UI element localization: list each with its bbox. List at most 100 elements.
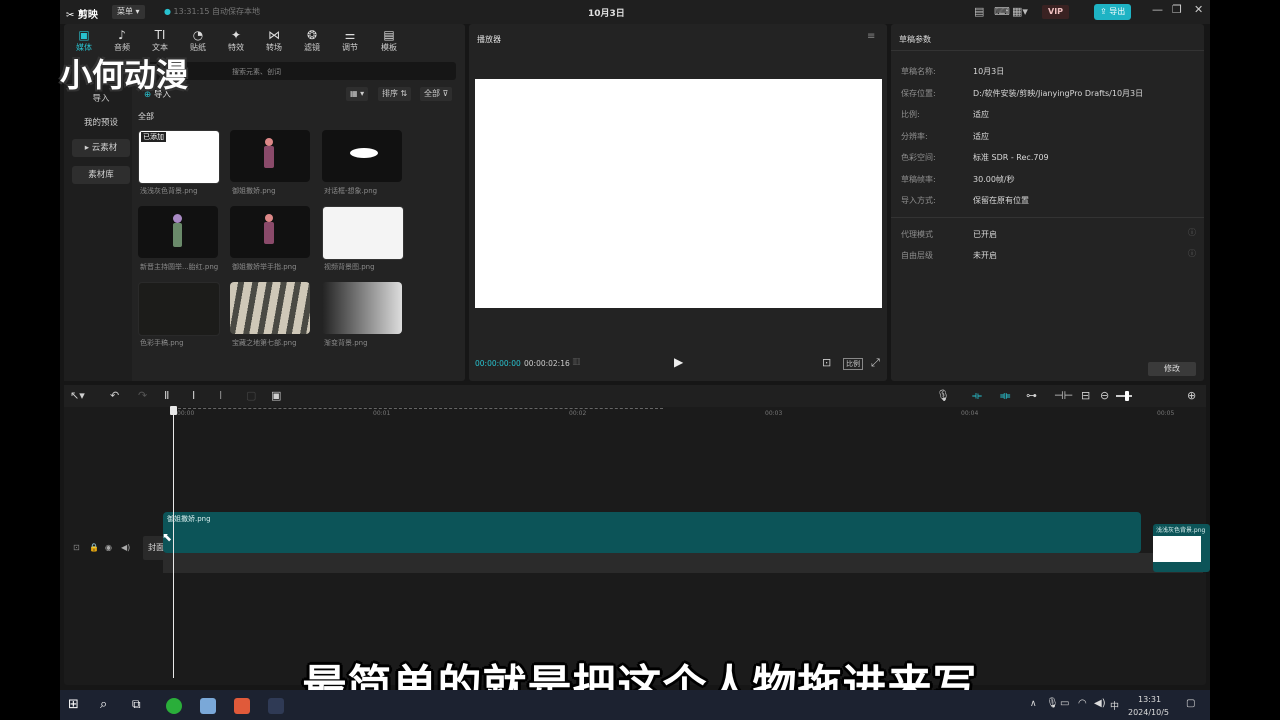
zoom-slider[interactable] (1116, 395, 1132, 397)
volume-tray-icon[interactable]: ◀) (1094, 698, 1106, 709)
export-button[interactable]: ⇪ 导出 (1094, 4, 1132, 20)
layer-value: 未开启 (973, 251, 997, 260)
sidebar-item-library[interactable]: 素材库 (72, 166, 130, 184)
eye-icon[interactable]: ◉ (105, 543, 112, 552)
split-left-icon[interactable]: Ⅰ (192, 389, 195, 402)
redo-icon[interactable]: ↷ (138, 389, 147, 402)
filter-button[interactable]: 全部 ⊽ (420, 87, 453, 101)
media-thumb-9[interactable] (322, 282, 402, 334)
player-panel: 播放器 ≡ 00:00:00:00 00:00:02:16 ▥ ▶ ⊡ 比例 ⤢ (469, 24, 887, 381)
tray-chevron-icon[interactable]: ∧ (1030, 699, 1037, 709)
tab-template[interactable]: ▤ 模板 (371, 28, 407, 53)
main-track (163, 553, 1203, 573)
clock-time[interactable]: 13:31 (1138, 695, 1161, 704)
delete-icon[interactable]: ▢ (246, 389, 256, 402)
tab-filter[interactable]: ❂ 滤镜 (294, 28, 330, 53)
media-name-7: 色彩手稿.png (140, 339, 184, 347)
mouse-cursor: ⬉ (162, 530, 173, 544)
ruler-tick: 00:00 (177, 410, 195, 417)
maximize-icon[interactable]: ❐ (1172, 3, 1182, 16)
playhead[interactable] (173, 406, 174, 678)
filter-icon: ❂ (306, 28, 318, 42)
volume-icon[interactable]: ◀) (121, 543, 130, 552)
battery-icon[interactable]: ▭ (1060, 698, 1069, 709)
snap-icon[interactable]: ⟚ (1000, 389, 1010, 403)
subtitle-icon[interactable]: ⊟ (1081, 389, 1090, 402)
tab-transition[interactable]: ⋈ 转场 (256, 28, 292, 53)
timeline-clip[interactable]: 御姐撒娇.png (163, 512, 1141, 553)
media-thumb-6[interactable] (322, 206, 404, 260)
project-title: 10月3日 (588, 9, 625, 19)
notes-app-icon[interactable] (200, 698, 216, 714)
media-name-6: 视频背景图.png (324, 263, 375, 271)
zoom-slider-handle[interactable] (1125, 391, 1129, 401)
ruler-tick: 00:04 (961, 410, 979, 417)
media-name-8: 宝藏之地第七部.png (232, 339, 297, 347)
media-thumb-3[interactable] (322, 130, 402, 182)
shortcut-icon[interactable]: ⌨ (994, 5, 1010, 18)
media-thumb-5[interactable] (230, 206, 310, 258)
windows-start-icon[interactable]: ⊞ (68, 697, 79, 712)
modify-button[interactable]: 修改 (1148, 362, 1196, 376)
draft-param-value: 保留在原有位置 (973, 196, 1029, 205)
media-icon: ▣ (78, 28, 90, 42)
notification-icon[interactable]: ▢ (1186, 698, 1195, 709)
character-head (265, 214, 273, 222)
media-thumb-7[interactable] (138, 282, 220, 336)
tab-adjust[interactable]: ⚌ 调节 (332, 28, 368, 53)
wifi-icon[interactable]: ◠ (1078, 698, 1087, 709)
help-icon[interactable]: ⓘ (1188, 248, 1196, 259)
sort-button[interactable]: 排序 ⇅ (378, 87, 412, 101)
crop-icon[interactable]: ▣ (271, 389, 281, 402)
tray-mic-icon[interactable]: 🎙 (1046, 698, 1059, 709)
fit-icon[interactable]: ⊡ (822, 356, 831, 369)
link-main-icon[interactable]: ⟛ (972, 389, 982, 403)
select-tool-icon[interactable]: ↖▾ (70, 389, 85, 402)
draft-param-label: 分辨率: (901, 131, 928, 141)
preview-axis-icon[interactable]: ⊣⊢ (1054, 389, 1073, 402)
app-icon[interactable] (234, 698, 250, 714)
zoom-out-icon[interactable]: ⊖ (1100, 389, 1109, 402)
minimize-icon[interactable]: — (1152, 3, 1163, 16)
wechat-icon[interactable] (166, 698, 182, 714)
draft-panel: 草稿参数 草稿名称: 10月3日 保存位置: D:/软件安装/剪映/JianyingP… (891, 24, 1204, 381)
split-icon[interactable]: Ⅱ (164, 389, 169, 402)
layout-mode-icon[interactable]: ▦▾ (1012, 5, 1028, 18)
vip-badge[interactable]: VIP (1042, 5, 1070, 19)
media-thumb-8[interactable] (230, 282, 310, 334)
view-toggle[interactable]: ▦ ▾ (346, 87, 369, 101)
ruler-line (173, 408, 663, 410)
menu-button[interactable]: 菜单 ▾ (112, 5, 145, 19)
sidebar-item-presets[interactable]: 我的预设 (72, 114, 130, 132)
link-icon[interactable]: ⊶ (1026, 389, 1037, 402)
layout-icon[interactable]: ▤ (974, 5, 984, 18)
add-track-icon[interactable]: ⊕ (1187, 389, 1196, 402)
lock-icon[interactable]: 🔒 (89, 543, 99, 552)
split-right-icon[interactable]: Ⅰ (219, 389, 222, 402)
fullscreen-icon[interactable]: ⤢ (871, 356, 880, 370)
sidebar-item-cloud[interactable]: ▸ 云素材 (72, 139, 130, 157)
app-icon[interactable] (268, 698, 284, 714)
next-clip[interactable]: 浅浅灰色背景.png (1153, 524, 1210, 572)
play-icon[interactable]: ▶ (674, 355, 683, 369)
app-logo: ✂ 剪映 (66, 10, 98, 21)
playhead-handle[interactable] (170, 406, 177, 415)
close-icon[interactable]: ✕ (1194, 3, 1203, 16)
player-menu-icon[interactable]: ≡ (867, 31, 875, 42)
track-cover-icon[interactable]: ⊡ (73, 543, 80, 552)
tab-effects[interactable]: ✦ 特效 (218, 28, 254, 53)
taskbar-search-icon[interactable]: ⌕ (100, 697, 107, 712)
media-thumb-2[interactable] (230, 130, 310, 182)
media-thumb-4[interactable] (138, 206, 218, 258)
ime-indicator[interactable]: 中 (1110, 699, 1119, 712)
undo-icon[interactable]: ↶ (110, 389, 119, 402)
help-icon[interactable]: ⓘ (1188, 227, 1196, 238)
app-window: ✂ 剪映 菜单 ▾ ● 13:31:15 自动保存本地 10月3日 ▤ ⌨ ▦▾… (60, 0, 1210, 690)
clock-date[interactable]: 2024/10/5 (1128, 708, 1169, 717)
microphone-icon[interactable]: 🎙 (936, 389, 950, 402)
timeline-toggle-icon[interactable]: ▥ (572, 357, 581, 367)
media-thumb-1[interactable]: 已添加 (138, 130, 220, 184)
ratio-button[interactable]: 比例 (843, 358, 863, 370)
ruler-tick: 00:03 (765, 410, 783, 417)
task-view-icon[interactable]: ⧉ (132, 697, 141, 712)
